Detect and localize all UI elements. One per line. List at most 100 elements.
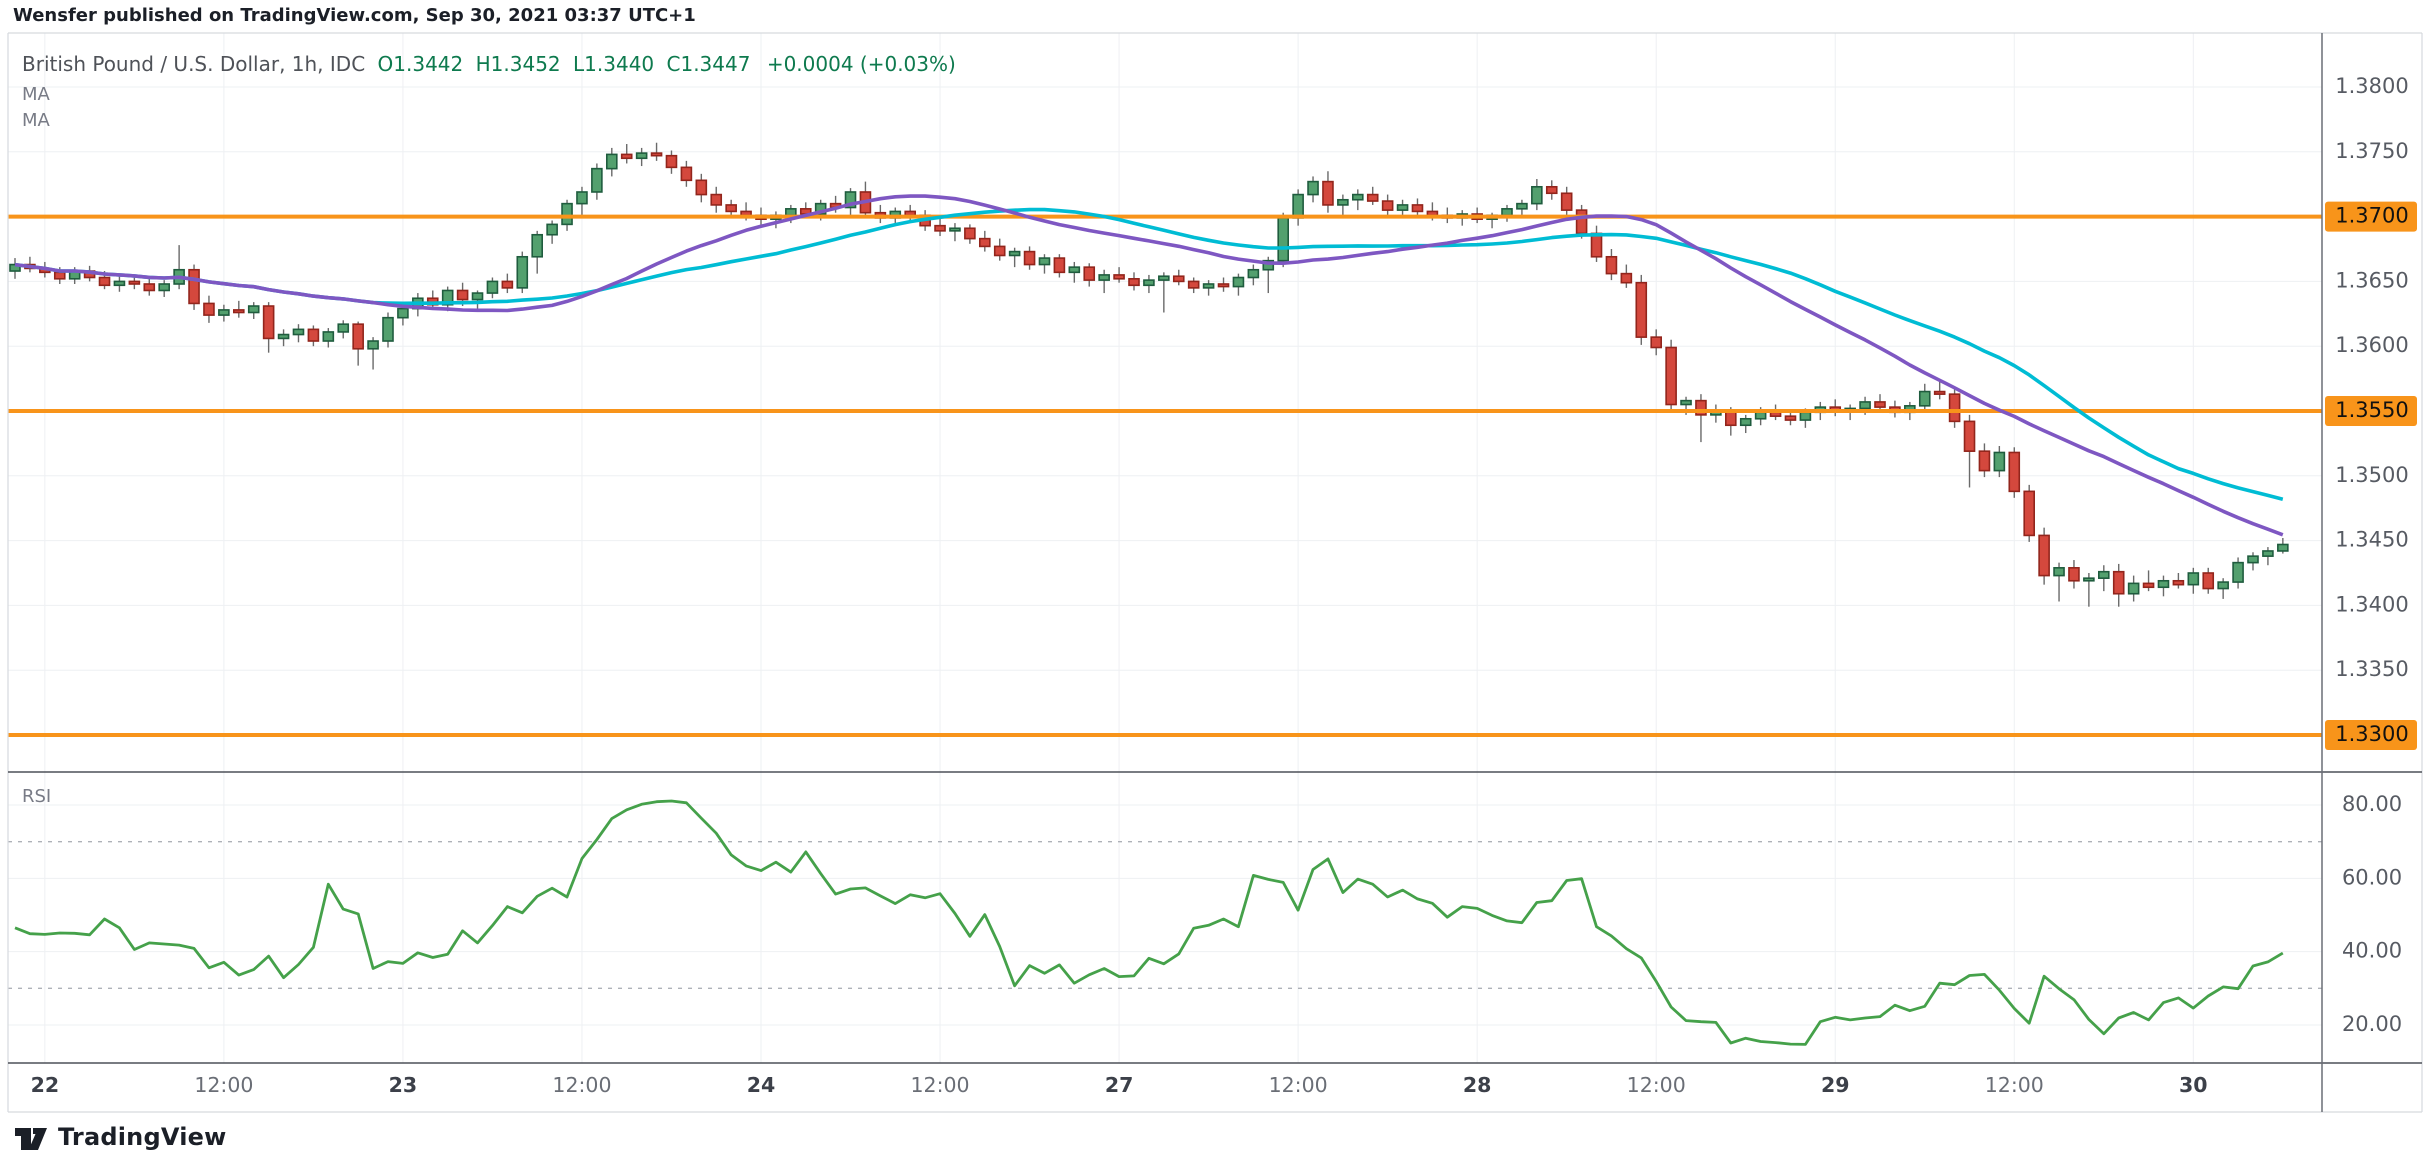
candle-up: [1756, 412, 1766, 418]
candle-up: [786, 209, 796, 215]
candle-up: [1860, 402, 1870, 408]
ma-indicator-label-1: MA: [22, 84, 50, 105]
candle-up: [1204, 284, 1214, 288]
candle-up: [487, 281, 497, 293]
symbol-title: British Pound / U.S. Dollar, 1h, IDC: [22, 52, 365, 76]
candle-down: [1935, 392, 1945, 395]
candle-up: [517, 257, 527, 288]
candle-up: [577, 192, 587, 204]
candle-up: [532, 235, 542, 257]
candle-up: [293, 329, 303, 334]
candle-down: [622, 154, 632, 158]
candle-down: [696, 180, 706, 194]
candle-down: [2024, 491, 2034, 535]
candle-up: [1144, 280, 1154, 285]
candle-up: [2158, 581, 2168, 587]
candle-up: [2218, 582, 2228, 588]
price-axis-label: 1.3750: [2335, 139, 2408, 163]
candle-down: [1726, 411, 1736, 425]
candle-up: [950, 228, 960, 231]
time-axis-hour-label: 12:00: [911, 1073, 970, 1097]
time-axis-hour-label: 12:00: [194, 1073, 253, 1097]
candle-down: [652, 153, 662, 156]
candle-up: [1159, 276, 1169, 280]
candle-down: [1174, 276, 1184, 281]
time-axis-day-label: 29: [1821, 1073, 1850, 1097]
time-axis-day-label: 28: [1463, 1073, 1492, 1097]
candle-down: [711, 195, 721, 205]
candle-up: [1920, 392, 1930, 406]
ohlc-close: C1.3447: [667, 52, 751, 76]
candle-up: [1398, 205, 1408, 210]
candle-up: [398, 309, 408, 318]
candle-down: [1592, 233, 1602, 256]
candle-up: [562, 204, 572, 225]
candle-up: [607, 154, 617, 168]
candle-up: [2084, 578, 2094, 581]
price-axis-label: 1.3350: [2335, 657, 2408, 681]
candle-down: [980, 239, 990, 247]
candle-down: [2144, 583, 2154, 587]
candle-down: [1651, 337, 1661, 347]
candle-up: [323, 332, 333, 341]
time-axis-hour-label: 12:00: [1269, 1073, 1328, 1097]
candle-down: [935, 226, 945, 231]
price-axis-label: 1.3800: [2335, 74, 2408, 98]
candle-up: [1502, 209, 1512, 215]
candle-down: [55, 272, 65, 278]
candle-down: [1383, 201, 1393, 210]
candle-down: [189, 270, 199, 304]
candle-down: [1189, 281, 1199, 287]
time-axis-day-label: 23: [389, 1073, 418, 1097]
tradingview-logo-icon: [14, 1120, 48, 1154]
candle-up: [1517, 204, 1527, 209]
rsi-series: [15, 801, 2283, 1044]
tradingview-footer: TradingView: [14, 1120, 226, 1154]
candle-up: [368, 341, 378, 349]
candle-down: [2069, 568, 2079, 581]
candle-down: [1950, 394, 1960, 421]
price-level-badge-label: 1.3700: [2335, 204, 2408, 228]
candle-down: [144, 284, 154, 290]
candle-up: [592, 169, 602, 192]
candle-up: [1248, 270, 1258, 278]
candle-up: [2099, 572, 2109, 578]
candle-down: [2203, 573, 2213, 589]
candle-up: [2248, 556, 2258, 562]
candle-up: [2129, 583, 2139, 593]
candle-up: [1532, 187, 1542, 204]
time-axis-day-label: 22: [31, 1073, 60, 1097]
candle-up: [1278, 218, 1288, 261]
candle-down: [1368, 195, 1378, 201]
candle-down: [1323, 182, 1333, 205]
candle-up: [1010, 252, 1020, 256]
candle-down: [264, 306, 274, 338]
candle-up: [637, 153, 647, 158]
candle-down: [1577, 210, 1587, 233]
candle-down: [681, 167, 691, 180]
candle-up: [383, 318, 393, 341]
candle-up: [473, 293, 483, 299]
candle-up: [2188, 573, 2198, 585]
candle-down: [1084, 267, 1094, 280]
price-chart-canvas[interactable]: 1.38001.37501.36501.36001.35001.34501.34…: [0, 0, 2425, 1171]
candle-up: [1099, 275, 1109, 280]
candle-down: [726, 205, 736, 211]
candle-down: [1965, 421, 1975, 451]
candle-up: [1994, 452, 2004, 470]
ma-line-fast: [15, 196, 2283, 535]
candle-down: [1412, 205, 1422, 211]
ohlc-change: +0.0004 (+0.03%): [767, 52, 956, 76]
price-axis-label: 1.3400: [2335, 592, 2408, 616]
candle-up: [249, 306, 259, 312]
candle-down: [1666, 347, 1676, 404]
candle-down: [2114, 572, 2124, 594]
candle-down: [2039, 535, 2049, 575]
rsi-line: [15, 801, 2283, 1044]
time-axis-day-label: 30: [2179, 1073, 2208, 1097]
candle-up: [2263, 551, 2273, 556]
candle-down: [1562, 193, 1572, 210]
candle-down: [666, 156, 676, 168]
candle-up: [338, 324, 348, 332]
candle-up: [2233, 563, 2243, 582]
